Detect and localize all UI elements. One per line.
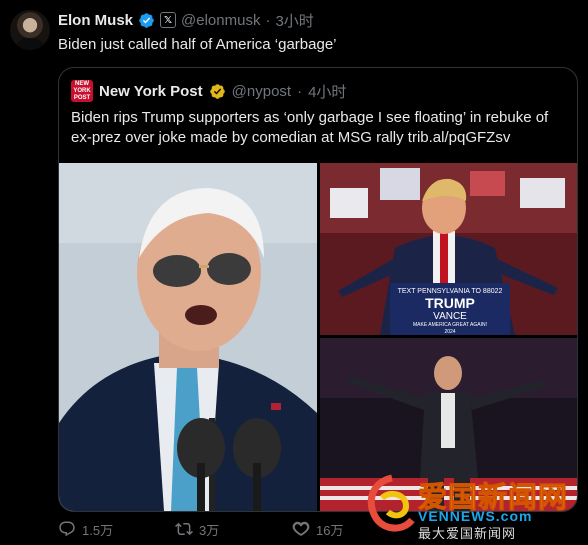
tweet-header: Elon Musk 𝕏 @elonmusk · 3小时 (58, 10, 314, 30)
quoted-text: Biden rips Trump supporters as ‘only gar… (71, 109, 549, 146)
reply-icon (59, 521, 75, 537)
photo-illustration (59, 163, 317, 511)
tweet-text: Biden just called half of America ‘garba… (58, 36, 337, 53)
dot-separator: · (297, 82, 303, 100)
avatar[interactable] (10, 10, 50, 50)
logo-text-line3: POST (73, 94, 91, 101)
heart-icon (292, 521, 310, 537)
sign-text-line3: VANCE (433, 311, 467, 322)
verified-badge-icon (139, 12, 154, 28)
repost-button[interactable]: 3万 (175, 520, 292, 539)
author-name[interactable]: Elon Musk (58, 12, 133, 29)
timestamp[interactable]: 3小时 (275, 10, 313, 31)
quoted-author-name[interactable]: New York Post (99, 83, 203, 100)
watermark-sub: 最大爱国新闻网 (418, 527, 517, 542)
sign-text-line1: TEXT PENNSYLVANIA TO 88022 (398, 288, 503, 295)
reply-count: 1.5万 (82, 522, 114, 538)
repost-count: 3万 (199, 522, 220, 538)
gold-verified-badge-icon (209, 83, 225, 99)
watermark: 爱国新闻网 VENNEWS.com 最大爱国新闻网 (360, 470, 588, 545)
dot-separator: · (265, 11, 271, 29)
repost-icon (175, 522, 193, 536)
sign-text-line4: MAKE AMERICA GREAT AGAIN! (413, 322, 487, 328)
photo-trump-rally[interactable]: TEXT PENNSYLVANIA TO 88022 TRUMP VANCE M… (320, 163, 577, 335)
quoted-post[interactable]: NEW YORK POST New York Post @nypost · 4小… (58, 67, 578, 512)
x-affiliate-icon: 𝕏 (160, 12, 177, 28)
photo-illustration: TEXT PENNSYLVANIA TO 88022 TRUMP VANCE M… (320, 163, 577, 335)
quoted-header: NEW YORK POST New York Post @nypost · 4小… (71, 80, 346, 102)
quoted-handle[interactable]: @nypost (232, 83, 291, 100)
author-handle[interactable]: @elonmusk (181, 12, 260, 29)
sign-text-line2: TRUMP (425, 295, 475, 311)
watermark-logo-icon (367, 474, 415, 532)
logo-text-line1: NEW (75, 80, 89, 87)
photo-biden-speaking[interactable] (59, 163, 317, 511)
watermark-en: VENNEWS.com (418, 508, 533, 524)
logo-text-line2: YORK (73, 87, 91, 94)
sign-text-line5: 2024 (444, 329, 455, 335)
like-count: 16万 (316, 522, 344, 538)
quoted-timestamp[interactable]: 4小时 (308, 81, 346, 102)
nypost-logo[interactable]: NEW YORK POST (71, 80, 93, 102)
reply-button[interactable]: 1.5万 (58, 520, 175, 539)
